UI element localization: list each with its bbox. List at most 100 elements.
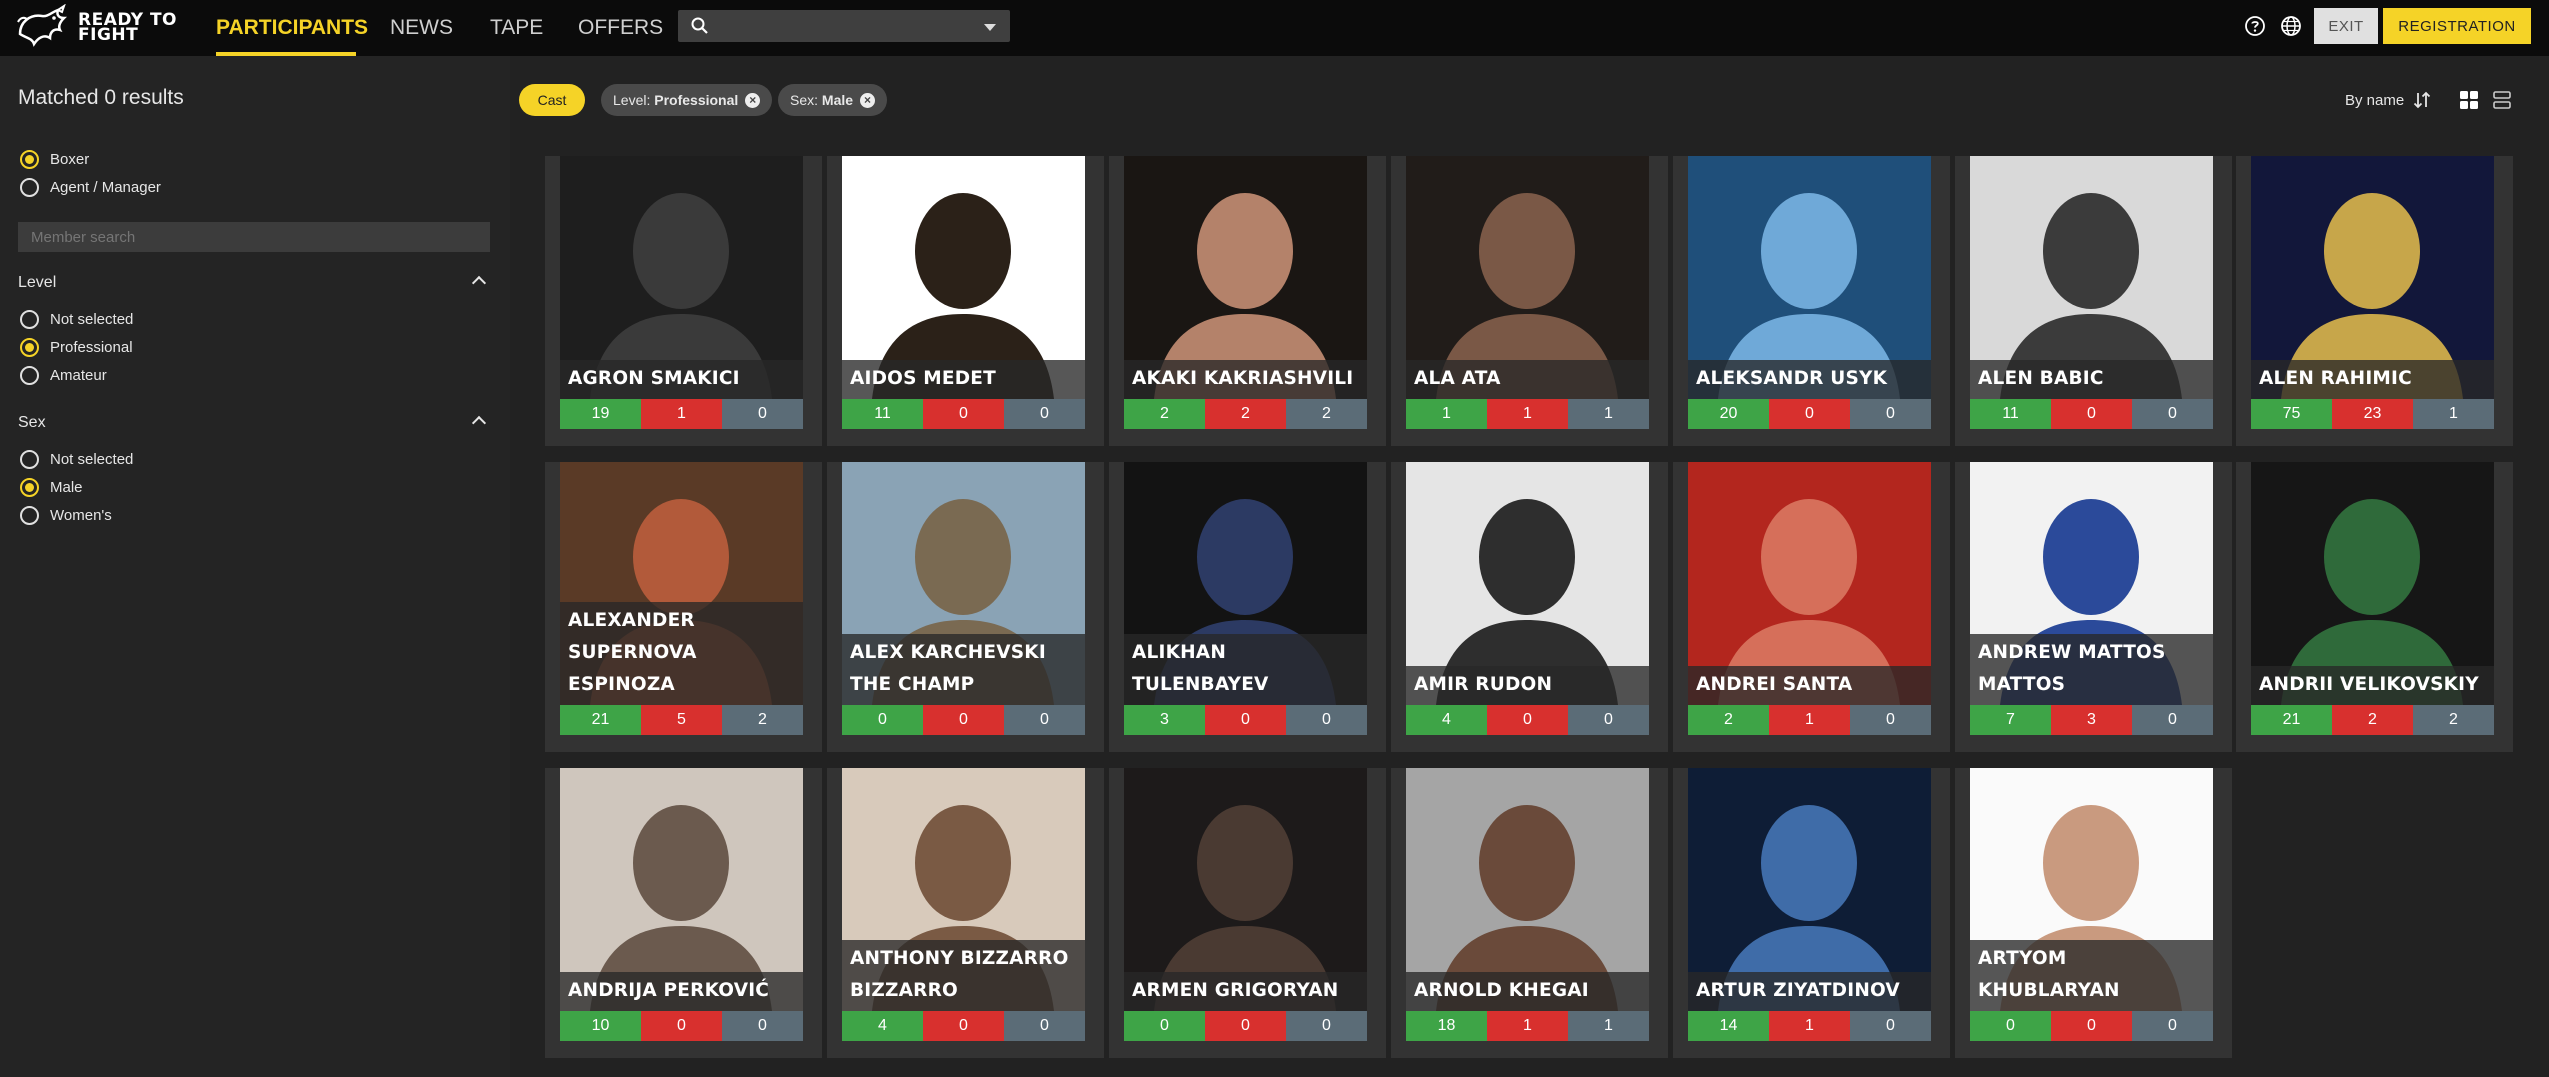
participant-photo[interactable]: ALEXANDER SUPERNOVA ESPINOZA: [560, 462, 803, 705]
participant-card[interactable]: ALEN BABIC 11 0 0: [1955, 156, 2232, 446]
participant-name[interactable]: ARTUR ZIYATDINOV: [1688, 972, 1931, 1011]
filter-chip-sex[interactable]: Sex: Male ×: [778, 84, 888, 116]
participant-photo[interactable]: ALEN BABIC: [1970, 156, 2213, 399]
level-section-header[interactable]: Level: [18, 274, 490, 292]
sex-section-header[interactable]: Sex: [18, 414, 490, 432]
participant-photo[interactable]: ANDRIJA PERKOVIĆ: [560, 768, 803, 1011]
list-view-icon[interactable]: [2492, 90, 2512, 110]
member-search-input[interactable]: [18, 222, 490, 252]
remove-filter-icon[interactable]: ×: [745, 92, 761, 108]
participant-name[interactable]: ALEN BABIC: [1970, 360, 2213, 399]
nav-offers[interactable]: OFFERS: [578, 0, 663, 56]
participant-photo[interactable]: ARNOLD KHEGAI: [1406, 768, 1649, 1011]
participant-card[interactable]: ALEX KARCHEVSKI THE CHAMP 0 0 0: [827, 462, 1104, 752]
participant-card[interactable]: ANTHONY BIZZARRO BIZZARRO 4 0 0: [827, 768, 1104, 1058]
participant-name[interactable]: AIDOS MEDET: [842, 360, 1085, 399]
sex-womens-option[interactable]: Women's: [20, 506, 112, 525]
chevron-up-icon[interactable]: [471, 275, 487, 291]
participant-card[interactable]: ARTUR ZIYATDINOV 14 1 0: [1673, 768, 1950, 1058]
participant-photo[interactable]: ALIKHAN TULENBAYEV: [1124, 462, 1367, 705]
participant-photo[interactable]: ARMEN GRIGORYAN: [1124, 768, 1367, 1011]
participant-photo[interactable]: AMIR RUDON: [1406, 462, 1649, 705]
participant-name[interactable]: AKAKI KAKRIASHVILI: [1124, 360, 1367, 399]
role-boxer-option[interactable]: Boxer: [20, 150, 89, 169]
participant-card[interactable]: AGRON SMAKICI 19 1 0: [545, 156, 822, 446]
participant-card[interactable]: AMIR RUDON 4 0 0: [1391, 462, 1668, 752]
participant-photo[interactable]: ALEN RAHIMIC: [2251, 156, 2494, 399]
participant-photo[interactable]: AKAKI KAKRIASHVILI: [1124, 156, 1367, 399]
participant-photo[interactable]: ANTHONY BIZZARRO BIZZARRO: [842, 768, 1085, 1011]
participant-name[interactable]: ALEX KARCHEVSKI THE CHAMP: [842, 634, 1085, 705]
participant-card[interactable]: ARNOLD KHEGAI 18 1 1: [1391, 768, 1668, 1058]
nav-tape[interactable]: TAPE: [490, 0, 543, 56]
search-input[interactable]: [718, 10, 988, 42]
participant-name[interactable]: ALEN RAHIMIC: [2251, 360, 2494, 399]
level-not-selected-option[interactable]: Not selected: [20, 310, 133, 329]
participant-name[interactable]: ALEXANDER SUPERNOVA ESPINOZA: [560, 602, 803, 705]
grid-view-icon[interactable]: [2459, 90, 2479, 110]
chevron-down-icon[interactable]: [984, 24, 996, 31]
cast-button[interactable]: Cast: [519, 84, 585, 116]
participant-card[interactable]: ANDREI SANTA 2 1 0: [1673, 462, 1950, 752]
participant-card[interactable]: ALEXANDER SUPERNOVA ESPINOZA 21 5 2: [545, 462, 822, 752]
participant-name[interactable]: ARMEN GRIGORYAN: [1124, 972, 1367, 1011]
registration-button[interactable]: REGISTRATION: [2383, 8, 2531, 44]
level-professional-option[interactable]: Professional: [20, 338, 133, 357]
participant-card[interactable]: ALA ATA 1 1 1: [1391, 156, 1668, 446]
level-amateur-option[interactable]: Amateur: [20, 366, 107, 385]
role-agent-option[interactable]: Agent / Manager: [20, 178, 161, 197]
radio-unselected[interactable]: [20, 310, 39, 329]
radio-unselected[interactable]: [20, 366, 39, 385]
participant-photo[interactable]: ARTUR ZIYATDINOV: [1688, 768, 1931, 1011]
participant-name[interactable]: AGRON SMAKICI: [560, 360, 803, 399]
participant-card[interactable]: ARTYOM KHUBLARYAN 0 0 0: [1955, 768, 2232, 1058]
radio-unselected[interactable]: [20, 450, 39, 469]
globe-icon[interactable]: [2280, 15, 2302, 37]
participant-name[interactable]: ANTHONY BIZZARRO BIZZARRO: [842, 940, 1085, 1011]
radio-selected[interactable]: [20, 478, 39, 497]
participant-name[interactable]: ANDRII VELIKOVSKIY: [2251, 666, 2494, 705]
nav-news[interactable]: NEWS: [390, 0, 453, 56]
participant-card[interactable]: ANDRII VELIKOVSKIY 21 2 2: [2236, 462, 2513, 752]
participant-card[interactable]: ANDREW MATTOS MATTOS 7 3 0: [1955, 462, 2232, 752]
chevron-up-icon[interactable]: [471, 415, 487, 431]
participant-name[interactable]: ALEKSANDR USYK: [1688, 360, 1931, 399]
participant-photo[interactable]: ALEKSANDR USYK: [1688, 156, 1931, 399]
participant-name[interactable]: ARNOLD KHEGAI: [1406, 972, 1649, 1011]
sort-control[interactable]: By name: [2345, 90, 2432, 110]
search-bar[interactable]: [678, 10, 1010, 42]
participant-name[interactable]: ARTYOM KHUBLARYAN: [1970, 940, 2213, 1011]
participant-card[interactable]: AKAKI KAKRIASHVILI 2 2 2: [1109, 156, 1386, 446]
participant-photo[interactable]: ALA ATA: [1406, 156, 1649, 399]
nav-participants[interactable]: PARTICIPANTS: [216, 0, 368, 56]
participant-photo[interactable]: ANDREW MATTOS MATTOS: [1970, 462, 2213, 705]
radio-unselected[interactable]: [20, 178, 39, 197]
participant-photo[interactable]: AGRON SMAKICI: [560, 156, 803, 399]
participant-photo[interactable]: ANDREI SANTA: [1688, 462, 1931, 705]
sex-male-option[interactable]: Male: [20, 478, 83, 497]
participant-photo[interactable]: ANDRII VELIKOVSKIY: [2251, 462, 2494, 705]
filter-chip-level[interactable]: Level: Professional ×: [601, 84, 773, 116]
participant-photo[interactable]: ALEX KARCHEVSKI THE CHAMP: [842, 462, 1085, 705]
radio-unselected[interactable]: [20, 506, 39, 525]
participant-name[interactable]: ANDREW MATTOS MATTOS: [1970, 634, 2213, 705]
participant-name[interactable]: ANDREI SANTA: [1688, 666, 1931, 705]
participant-photo[interactable]: ARTYOM KHUBLARYAN: [1970, 768, 2213, 1011]
radio-selected[interactable]: [20, 338, 39, 357]
participant-card[interactable]: ALIKHAN TULENBAYEV 3 0 0: [1109, 462, 1386, 752]
exit-button[interactable]: EXIT: [2314, 8, 2378, 44]
help-icon[interactable]: [2244, 15, 2266, 37]
participant-card[interactable]: ANDRIJA PERKOVIĆ 10 0 0: [545, 768, 822, 1058]
participant-card[interactable]: AIDOS MEDET 11 0 0: [827, 156, 1104, 446]
participant-card[interactable]: ARMEN GRIGORYAN 0 0 0: [1109, 768, 1386, 1058]
participant-name[interactable]: ANDRIJA PERKOVIĆ: [560, 972, 803, 1011]
sex-not-selected-option[interactable]: Not selected: [20, 450, 133, 469]
remove-filter-icon[interactable]: ×: [860, 92, 876, 108]
radio-selected[interactable]: [20, 150, 39, 169]
participant-name[interactable]: ALA ATA: [1406, 360, 1649, 399]
participant-name[interactable]: AMIR RUDON: [1406, 666, 1649, 705]
participant-card[interactable]: ALEN RAHIMIC 75 23 1: [2236, 156, 2513, 446]
participant-photo[interactable]: AIDOS MEDET: [842, 156, 1085, 399]
brand-logo[interactable]: READY TO FIGHT: [14, 4, 177, 52]
participant-card[interactable]: ALEKSANDR USYK 20 0 0: [1673, 156, 1950, 446]
